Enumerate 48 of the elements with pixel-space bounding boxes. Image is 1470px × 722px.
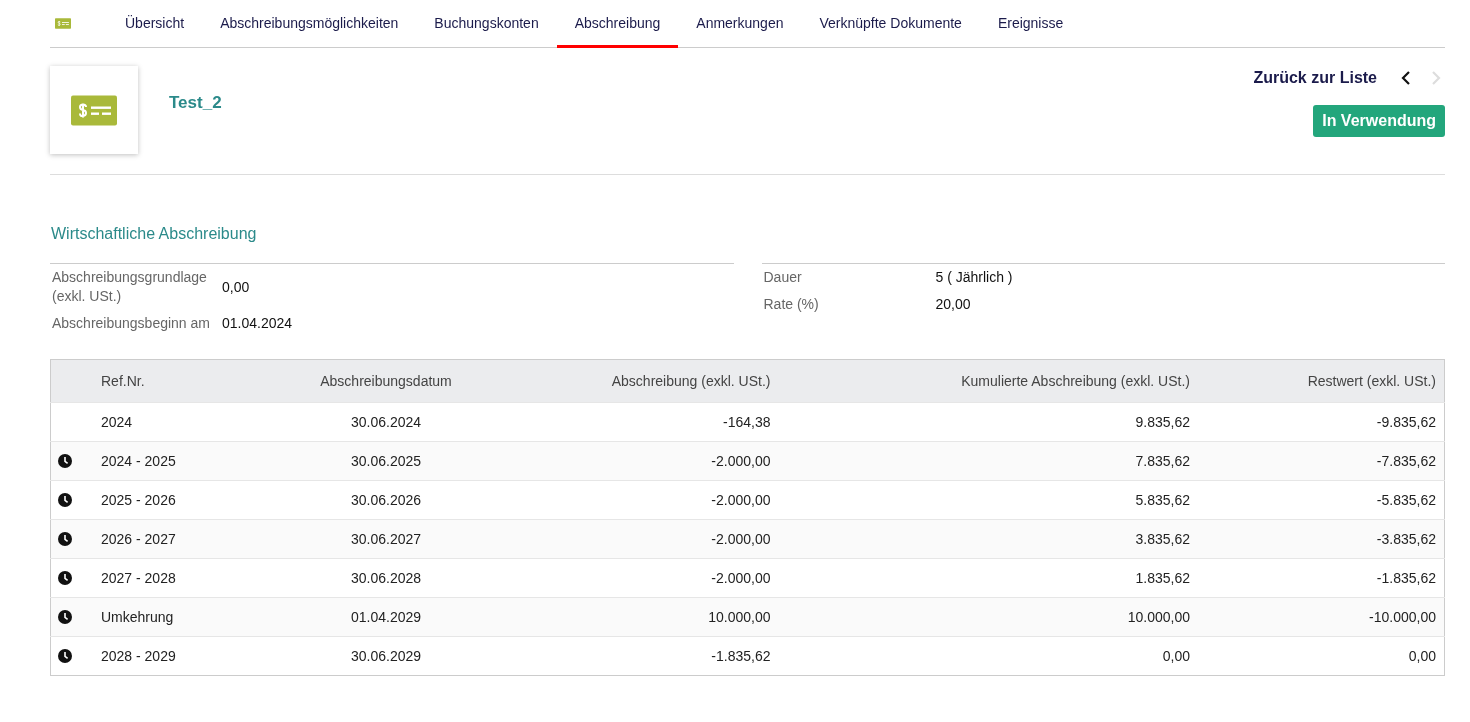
asset-name: Test_2 <box>169 93 222 114</box>
table-cell: 2028 - 2029 <box>93 636 293 676</box>
table-cell: 3.835,62 <box>778 519 1198 559</box>
money-card-icon <box>71 94 117 126</box>
tab[interactable]: Buchungskonten <box>416 0 557 48</box>
field-value: 5 ( Jährlich ) <box>935 269 1013 286</box>
chevron-left-icon <box>1401 71 1411 85</box>
tab[interactable]: Abschreibung <box>556 0 679 48</box>
status-badge: In Verwendung <box>1313 105 1445 137</box>
money-card-icon <box>55 18 71 29</box>
tab[interactable]: Verknüpfte Dokumente <box>801 0 980 48</box>
tab[interactable]: Abschreibungsmöglichkeiten <box>202 0 417 48</box>
section-title: Wirtschaftliche Abschreibung <box>51 225 258 243</box>
field-value: 0,00 <box>222 278 250 295</box>
tab[interactable]: Übersicht <box>107 0 203 48</box>
table-cell: Umkehrung <box>93 597 293 637</box>
table-cell: 2026 - 2027 <box>93 519 293 559</box>
table-cell: 10.000,00 <box>479 597 779 637</box>
tab[interactable]: Ereignisse <box>979 0 1082 48</box>
table-cell: 01.04.2029 <box>293 597 479 637</box>
table-cell: -2.000,00 <box>479 519 779 559</box>
table-cell: 0,00 <box>1198 636 1445 676</box>
table-cell: 30.06.2029 <box>293 636 479 676</box>
table-cell: 2024 - 2025 <box>93 441 293 481</box>
table-cell: 0,00 <box>778 636 1198 676</box>
column-header: Abschreibungsdatum <box>293 359 479 403</box>
field-value: 01.04.2024 <box>222 315 293 332</box>
chevron-right-icon <box>1431 71 1441 85</box>
table-cell: 30.06.2027 <box>293 519 479 559</box>
field-label: Abschreibungsgrundlage (exkl. USt.) <box>51 268 208 306</box>
back-to-list-link[interactable]: Zurück zur Liste <box>1253 69 1377 87</box>
tab[interactable]: Anmerkungen <box>678 0 802 48</box>
table-cell: 7.835,62 <box>778 441 1198 481</box>
field-value: 20,00 <box>935 296 971 313</box>
field-label: Rate (%) <box>762 294 820 314</box>
table-cell: -2.000,00 <box>479 441 779 481</box>
table-cell: 30.06.2025 <box>293 441 479 481</box>
column-header: Restwert (exkl. USt.) <box>1198 359 1445 403</box>
column-header: Ref.Nr. <box>93 359 293 403</box>
field-label: Dauer <box>762 268 803 287</box>
column-header: Kumulierte Abschreibung (exkl. USt.) <box>778 359 1198 403</box>
table-cell: -7.835,62 <box>1198 441 1445 481</box>
table-cell: 10.000,00 <box>778 597 1198 637</box>
table-cell: -10.000,00 <box>1198 597 1445 637</box>
column-header: Abschreibung (exkl. USt.) <box>479 359 779 403</box>
field-label: Abschreibungsbeginn am <box>51 313 211 333</box>
table-cell: -1.835,62 <box>479 636 779 676</box>
table-cell: -3.835,62 <box>1198 519 1445 559</box>
